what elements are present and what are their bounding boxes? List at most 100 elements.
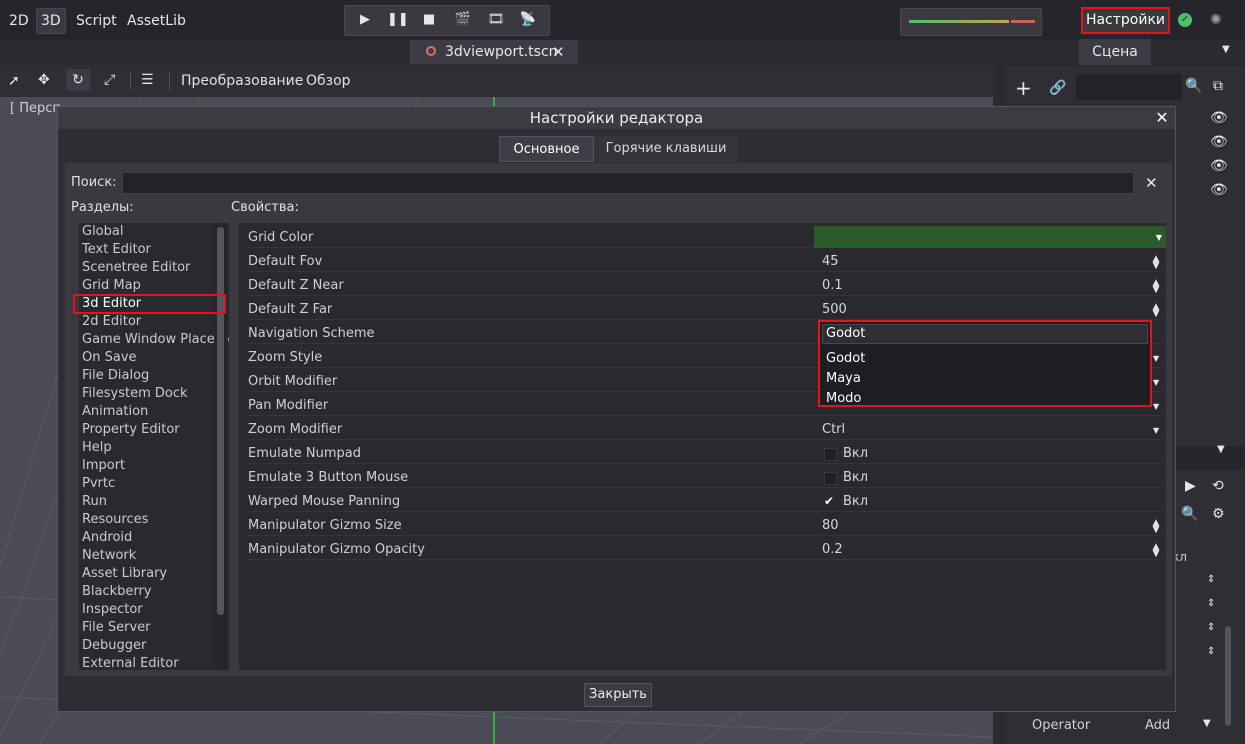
- viewport-label[interactable]: [ Персп: [10, 101, 61, 116]
- gear-icon[interactable]: ⚙: [1212, 506, 1225, 522]
- section-item[interactable]: Run: [82, 493, 107, 511]
- tab-3d[interactable]: 3D: [36, 8, 66, 34]
- tab-shortcuts[interactable]: Горячие клавиши: [594, 136, 738, 162]
- visibility-icon[interactable]: 👁: [1210, 182, 1228, 198]
- section-item[interactable]: Android: [82, 529, 132, 547]
- section-item[interactable]: Grid Map: [82, 277, 141, 295]
- search-input[interactable]: [122, 172, 1134, 194]
- clear-search-icon[interactable]: ✕: [1145, 174, 1158, 192]
- section-item[interactable]: On Save: [82, 349, 137, 367]
- spin-icon[interactable]: ▲ ▼: [1151, 255, 1161, 271]
- spin-icon[interactable]: ▲ ▼: [1151, 519, 1161, 535]
- section-item[interactable]: Animation: [82, 403, 148, 421]
- section-item[interactable]: Text Editor: [82, 241, 151, 259]
- visibility-icon[interactable]: 👁: [1210, 158, 1228, 174]
- tab-scene[interactable]: Сцена: [1079, 39, 1151, 65]
- spin-icon[interactable]: ⇕: [1207, 574, 1215, 585]
- navigation-scheme-dropdown[interactable]: Godot Godot Maya Modo: [818, 320, 1152, 407]
- section-item[interactable]: 2d Editor: [82, 313, 141, 331]
- checkbox-emulate-3-button-mouse[interactable]: [824, 472, 837, 485]
- section-item[interactable]: Global: [82, 223, 123, 241]
- scale-tool-icon[interactable]: ⤢: [104, 72, 115, 88]
- view-menu[interactable]: Обзор: [306, 73, 351, 89]
- list-select-icon[interactable]: ☰: [141, 72, 154, 88]
- spin-icon[interactable]: ▲ ▼: [1151, 543, 1161, 559]
- tab-2d[interactable]: 2D: [5, 8, 33, 34]
- close-button[interactable]: Закрыть: [584, 683, 652, 707]
- value-manipulator-gizmo-opacity[interactable]: 0.2: [822, 538, 843, 562]
- section-item[interactable]: Debugger: [82, 637, 146, 655]
- value-default-fov[interactable]: 45: [822, 250, 839, 274]
- inspector-search-icon[interactable]: 🔍: [1181, 506, 1198, 522]
- section-item[interactable]: Filesystem Dock: [82, 385, 188, 403]
- value-zoom-modifier[interactable]: Ctrl: [822, 418, 845, 442]
- chevron-down-icon[interactable]: ▼: [1153, 354, 1159, 363]
- section-item[interactable]: Asset Library: [82, 565, 167, 583]
- instance-scene-icon[interactable]: ⧉: [1213, 78, 1223, 94]
- nav-scheme-option[interactable]: Maya: [826, 369, 861, 389]
- chevron-down-icon[interactable]: ▼: [1203, 718, 1211, 729]
- link-icon[interactable]: 🔗: [1049, 80, 1066, 96]
- transform-menu[interactable]: Преобразование: [181, 73, 303, 89]
- stop-icon[interactable]: ■: [419, 11, 439, 29]
- spin-icon[interactable]: ▲ ▼: [1151, 279, 1161, 295]
- operator-value[interactable]: Add: [1145, 718, 1170, 733]
- history-icon[interactable]: ⟲: [1212, 478, 1224, 494]
- dock-filter-input[interactable]: [1076, 74, 1182, 100]
- section-item[interactable]: Resources: [82, 511, 148, 529]
- spin-icon[interactable]: ⇕: [1207, 622, 1215, 633]
- section-item[interactable]: File Dialog: [82, 367, 149, 385]
- value-default-z-far[interactable]: 500: [822, 298, 847, 322]
- dialog-title-bar[interactable]: Настройки редактора ✕: [58, 107, 1175, 129]
- dock-scrollbar[interactable]: [1225, 626, 1231, 726]
- settings-button[interactable]: Настройки: [1081, 7, 1170, 34]
- checkbox-emulate-numpad[interactable]: [824, 448, 837, 461]
- pause-icon[interactable]: ❚❚: [387, 11, 409, 29]
- value-manipulator-gizmo-size[interactable]: 80: [822, 514, 839, 538]
- section-item[interactable]: File Server: [82, 619, 151, 637]
- nav-scheme-option[interactable]: Modo: [826, 389, 861, 409]
- section-item[interactable]: Inspector: [82, 601, 143, 619]
- section-item[interactable]: Pvrtc: [82, 475, 115, 493]
- add-node-icon[interactable]: +: [1015, 76, 1032, 100]
- chevron-down-icon[interactable]: ▼: [1156, 233, 1162, 242]
- chevron-down-icon[interactable]: ▼: [1153, 402, 1159, 411]
- tab-script[interactable]: Script: [72, 8, 121, 34]
- nav-scheme-selected[interactable]: Godot: [822, 324, 1148, 344]
- section-item[interactable]: Property Editor: [82, 421, 180, 439]
- spin-icon[interactable]: ▲ ▼: [1151, 303, 1161, 319]
- nav-scheme-option[interactable]: Godot: [826, 349, 865, 369]
- dock-menu-icon[interactable]: ▼: [1222, 44, 1230, 55]
- checkbox-warped-mouse-panning[interactable]: ✔: [824, 495, 835, 507]
- forward-icon[interactable]: ▶: [1185, 478, 1196, 494]
- close-icon[interactable]: ✕: [1153, 107, 1171, 129]
- grid-color-swatch[interactable]: ▼: [814, 226, 1166, 248]
- select-tool-icon[interactable]: ➚: [8, 73, 20, 89]
- chevron-down-icon[interactable]: ▼: [1153, 378, 1159, 387]
- section-item[interactable]: Scenetree Editor: [82, 259, 190, 277]
- dock-menu-icon[interactable]: ▼: [1217, 444, 1225, 455]
- section-item[interactable]: Blackberry: [82, 583, 152, 601]
- visibility-icon[interactable]: 👁: [1210, 110, 1228, 126]
- play-icon[interactable]: ▶: [355, 11, 375, 29]
- section-item[interactable]: Game Window Placement: [82, 331, 229, 349]
- section-item[interactable]: Network: [82, 547, 136, 565]
- close-tab-icon[interactable]: ✕: [552, 40, 565, 64]
- section-item[interactable]: Help: [82, 439, 112, 457]
- visibility-icon[interactable]: 👁: [1210, 134, 1228, 150]
- section-item[interactable]: External Editor: [82, 655, 179, 670]
- play-custom-scene-icon[interactable]: 🎞: [486, 11, 506, 29]
- remote-debug-icon[interactable]: 📡: [518, 11, 538, 29]
- scene-file-tab[interactable]: 3dviewport.tscn ✕: [410, 40, 578, 64]
- move-tool-icon[interactable]: ✥: [38, 72, 50, 88]
- sections-scrollbar[interactable]: [217, 227, 224, 615]
- tab-general[interactable]: Основное: [499, 136, 594, 162]
- rotate-tool-icon[interactable]: ↻: [66, 69, 90, 91]
- chevron-down-icon[interactable]: ▼: [1153, 426, 1159, 435]
- tab-assetlib[interactable]: AssetLib: [123, 8, 190, 34]
- play-scene-icon[interactable]: 🎬: [453, 11, 473, 29]
- spin-icon[interactable]: ⇕: [1207, 598, 1215, 609]
- section-item[interactable]: Import: [82, 457, 125, 475]
- spin-icon[interactable]: ⇕: [1207, 646, 1215, 657]
- search-icon[interactable]: 🔍: [1185, 78, 1202, 94]
